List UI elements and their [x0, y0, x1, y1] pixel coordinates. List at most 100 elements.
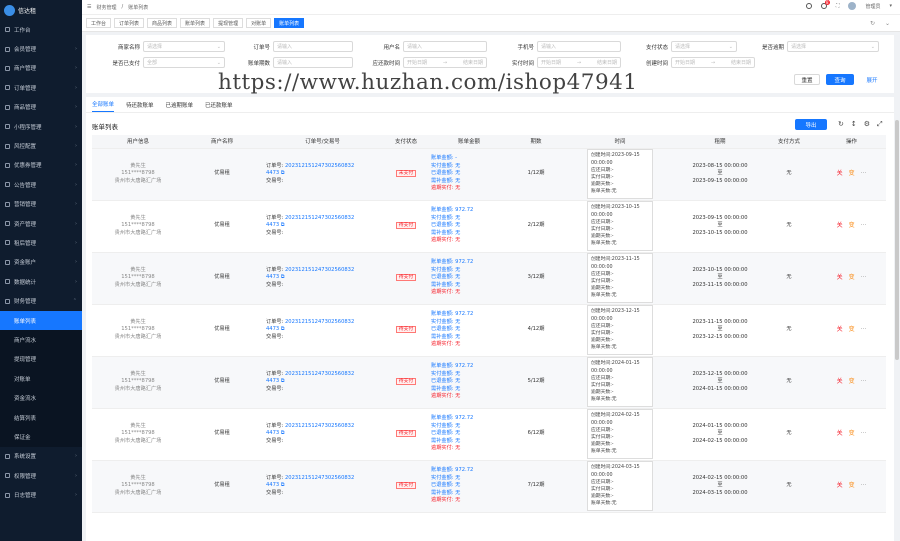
sidebar-subitem[interactable]: 账单列表 [0, 310, 82, 331]
order-number-link[interactable]: 202312151247302560832 [285, 267, 354, 273]
close-bill-button[interactable]: 关 [837, 222, 843, 231]
fullscreen-icon[interactable]: ⤢ [877, 120, 883, 129]
username-input[interactable]: 请输入 [403, 41, 487, 52]
change-bill-button[interactable]: 变 [849, 378, 855, 387]
change-bill-button[interactable]: 变 [849, 170, 855, 179]
sidebar-item[interactable]: 公告管理 › [0, 175, 82, 194]
sidebar-subitem[interactable]: 提现管理 [0, 349, 82, 370]
sidebar-subitem[interactable]: 结算列表 [0, 407, 82, 428]
order-number-suffix[interactable]: 4473 [266, 430, 279, 436]
more-icon[interactable]: ··· [861, 482, 867, 491]
bell-icon[interactable]: 8 [820, 0, 830, 9]
sidebar-item[interactable]: 资金账户 › [0, 253, 82, 272]
merchant-select[interactable]: 请选择 ⌄ [143, 41, 225, 52]
expand-button[interactable]: 展开 [858, 74, 886, 85]
reset-button[interactable]: 重置 [794, 74, 820, 85]
sidebar-item[interactable]: 工作台 [0, 20, 82, 39]
page-tab[interactable]: 账单列表 [274, 18, 305, 28]
order-number-suffix[interactable]: 4473 [266, 326, 279, 332]
copy-icon[interactable]: ⧉ [279, 274, 285, 280]
sidebar-item[interactable]: 系统设置 › [0, 447, 82, 466]
order-number-suffix[interactable]: 4473 [266, 274, 279, 280]
overdue-select[interactable]: 请选择 ⌄ [787, 41, 879, 52]
period-input[interactable]: 请输入 [273, 57, 353, 68]
paid-select[interactable]: 全部 ⌄ [143, 57, 225, 68]
page-tab[interactable]: 订单列表 [114, 18, 145, 28]
change-bill-button[interactable]: 变 [849, 222, 855, 231]
page-tab[interactable]: 账单列表 [180, 18, 211, 28]
more-icon[interactable]: ··· [861, 326, 867, 335]
more-icon[interactable]: ··· [861, 274, 867, 283]
sidebar-item[interactable]: 权限管理 › [0, 466, 82, 485]
close-bill-button[interactable]: 关 [837, 326, 843, 335]
menu-toggle-icon[interactable]: ☰ [87, 4, 91, 10]
close-bill-button[interactable]: 关 [837, 274, 843, 283]
sidebar-subitem[interactable]: 保证金 [0, 427, 82, 447]
copy-icon[interactable]: ⧉ [279, 430, 285, 436]
sidebar-item[interactable]: 营销管理 › [0, 195, 82, 214]
settings-icon[interactable]: ⚙ [864, 120, 870, 129]
copy-icon[interactable]: ⧉ [279, 378, 285, 384]
sidebar-item[interactable]: 商品管理 › [0, 98, 82, 117]
page-tab[interactable]: 提现管理 [213, 18, 244, 28]
scrollbar[interactable] [895, 120, 899, 360]
order-number-suffix[interactable]: 4473 [266, 222, 279, 228]
page-tab[interactable]: 对账单 [246, 18, 272, 28]
copy-icon[interactable]: ⧉ [279, 482, 285, 488]
order-number-link[interactable]: 202312151247302560832 [285, 371, 354, 377]
copy-icon[interactable]: ⧉ [279, 170, 285, 176]
sidebar-subitem[interactable]: 商户流水 [0, 330, 82, 350]
sidebar-item[interactable]: 财务管理 ⌃ [0, 291, 82, 310]
order-number-link[interactable]: 202312151247302560832 [285, 319, 354, 325]
tab-bill-status[interactable]: 待还款账单 [126, 101, 154, 112]
order-number-link[interactable]: 202312151247302560832 [285, 423, 354, 429]
copy-icon[interactable]: ⧉ [279, 222, 285, 228]
page-tab[interactable]: 商品列表 [147, 18, 178, 28]
order-number-link[interactable]: 202312151247302560832 [285, 163, 354, 169]
more-icon[interactable]: ··· [861, 378, 867, 387]
order-number-suffix[interactable]: 4473 [266, 378, 279, 384]
change-bill-button[interactable]: 变 [849, 430, 855, 439]
order-number-input[interactable]: 请输入 [273, 41, 353, 52]
pay-status-select[interactable]: 请选择 ⌄ [671, 41, 737, 52]
sidebar-item[interactable]: 风控配置 › [0, 136, 82, 155]
more-icon[interactable]: ··· [861, 170, 867, 179]
search-icon[interactable] [805, 3, 812, 9]
refresh-icon[interactable]: ↻ [838, 120, 844, 129]
tab-bill-status[interactable]: 已逾期账单 [166, 101, 194, 112]
tabs-dropdown-icon[interactable]: ⌄ [885, 20, 890, 27]
due-date-range[interactable]: 开始日期 → 结束日期 [403, 57, 487, 68]
fullscreen-icon[interactable]: ⛶ [836, 3, 840, 9]
created-time-range[interactable]: 开始日期 → 结束日期 [671, 57, 755, 68]
change-bill-button[interactable]: 变 [849, 326, 855, 335]
sidebar-item[interactable]: 日志管理 › [0, 485, 82, 504]
avatar[interactable] [848, 2, 857, 10]
more-icon[interactable]: ··· [861, 430, 867, 439]
phone-input[interactable]: 请输入 [537, 41, 621, 52]
refresh-icon[interactable]: ↻ [870, 20, 875, 27]
sidebar-item[interactable]: 小程序管理 › [0, 117, 82, 136]
sidebar-subitem[interactable]: 资金流水 [0, 388, 82, 408]
order-number-suffix[interactable]: 4473 [266, 170, 279, 176]
order-number-suffix[interactable]: 4473 [266, 482, 279, 488]
order-number-link[interactable]: 202312151247302560832 [285, 475, 354, 481]
change-bill-button[interactable]: 变 [849, 274, 855, 283]
chevron-down-icon[interactable]: ▾ [889, 3, 892, 9]
page-tab[interactable]: 工作台 [86, 18, 112, 28]
breadcrumb-item-1[interactable]: 财务管理 [96, 4, 116, 11]
change-bill-button[interactable]: 变 [849, 482, 855, 491]
sidebar-item[interactable]: 数据统计 › [0, 272, 82, 291]
sidebar-item[interactable]: 优惠券管理 › [0, 156, 82, 175]
search-button[interactable]: 查询 [826, 74, 854, 85]
column-height-icon[interactable]: ↕ [851, 120, 857, 129]
sidebar-item[interactable]: 租后管理 › [0, 233, 82, 252]
sidebar-item[interactable]: 商户管理 › [0, 59, 82, 78]
close-bill-button[interactable]: 关 [837, 170, 843, 179]
order-number-link[interactable]: 202312151247302560832 [285, 215, 354, 221]
export-button[interactable]: 导出 [795, 119, 827, 130]
sidebar-item[interactable]: 资产管理 › [0, 214, 82, 233]
sidebar-item[interactable]: 会员管理 › [0, 39, 82, 58]
username[interactable]: 管理员 [865, 3, 880, 10]
copy-icon[interactable]: ⧉ [279, 326, 285, 332]
sidebar-subitem[interactable]: 对账单 [0, 369, 82, 389]
